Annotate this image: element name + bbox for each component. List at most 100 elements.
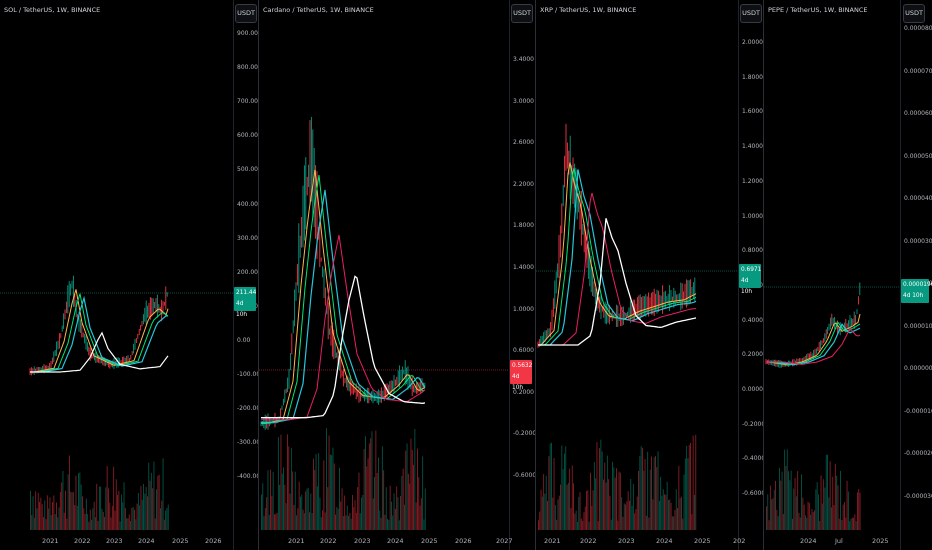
chart-canvas-pepe[interactable] xyxy=(764,0,932,550)
volume-bar xyxy=(378,457,379,530)
volume-bar xyxy=(300,496,301,530)
volume-bar xyxy=(284,484,286,530)
price-tick-label: 2.0000 xyxy=(742,39,763,46)
volume-bar xyxy=(409,483,411,530)
volume-bar xyxy=(56,502,57,530)
currency-button[interactable]: USDT xyxy=(235,4,257,23)
chart-pane-sol[interactable]: SOL / TetherUS, 1W, BINANCE USDT 900.00 8… xyxy=(0,0,258,550)
volume-bar xyxy=(846,480,848,530)
volume-bar xyxy=(83,508,85,530)
price-tick-label: 400.00 xyxy=(237,200,258,208)
volume-bar xyxy=(844,502,845,530)
volume-bar xyxy=(167,504,169,530)
volume-bar xyxy=(339,467,340,530)
volume-bar xyxy=(639,455,641,530)
volume-bar xyxy=(40,497,42,530)
volume-bar xyxy=(625,504,626,530)
volume-bar xyxy=(551,442,552,530)
volume-bar xyxy=(599,448,600,530)
price-tick-label: 0.00004000 xyxy=(904,195,932,202)
volume-bar xyxy=(31,514,33,530)
volume-bar xyxy=(106,465,108,530)
volume-bar xyxy=(768,520,770,530)
volume-bar xyxy=(410,438,412,530)
volume-bar xyxy=(49,497,51,530)
volume-bar xyxy=(401,475,403,530)
volume-bar xyxy=(320,517,322,530)
volume-bar xyxy=(163,519,165,530)
volume-bar xyxy=(98,486,100,530)
volume-bar xyxy=(387,518,388,530)
volume-bar xyxy=(595,478,597,530)
volume-bar xyxy=(97,520,99,530)
volume-bar xyxy=(836,475,838,530)
volume-bar xyxy=(640,446,642,530)
volume-bar xyxy=(359,513,361,530)
volume-bar xyxy=(398,520,400,530)
volume-bar xyxy=(664,494,665,530)
volume-bar xyxy=(326,428,327,530)
price-tick-label: 3.4000 xyxy=(513,56,534,63)
volume-bar xyxy=(88,521,90,530)
volume-bar xyxy=(786,449,788,530)
price-tick-label: 300.00 xyxy=(237,234,258,242)
volume-bar xyxy=(694,494,695,530)
volume-bar xyxy=(298,481,300,530)
volume-bar xyxy=(296,515,297,530)
price-tick-label: 1.4000 xyxy=(513,264,534,271)
last-price-badge: 0.5632 4d 10h xyxy=(510,360,532,391)
volume-bar xyxy=(337,508,339,530)
currency-button[interactable]: USDT xyxy=(903,4,925,23)
volume-bar xyxy=(618,471,620,530)
volume-bar xyxy=(141,499,143,530)
volume-bar xyxy=(271,495,273,530)
chart-canvas-ada[interactable] xyxy=(259,0,535,550)
volume-bar xyxy=(567,482,569,530)
chart-pane-ada[interactable]: Cardano / TetherUS, 1W, BINANCE USDT 3.4… xyxy=(259,0,535,550)
currency-button[interactable]: USDT xyxy=(740,4,762,23)
chart-canvas-sol[interactable] xyxy=(0,0,258,550)
volume-bar xyxy=(657,451,659,530)
price-tick-label: -100.00 xyxy=(237,371,258,378)
pane-title: XRP / TetherUS, 1W, BINANCE xyxy=(540,6,637,14)
volume-bar xyxy=(779,467,780,530)
time-tick-label: 2023 xyxy=(618,537,635,545)
volume-bar xyxy=(315,454,317,530)
price-tick-label: 700.00 xyxy=(237,98,258,106)
volume-bar xyxy=(792,518,793,530)
time-tick-label: 202 xyxy=(733,537,746,545)
volume-bar xyxy=(575,510,577,530)
volume-bar xyxy=(586,491,587,530)
volume-bar xyxy=(630,478,632,530)
chart-pane-pepe[interactable]: PEPE / TetherUS, 1W, BINANCE USDT 0.0000… xyxy=(764,0,932,550)
volume-bar xyxy=(332,447,334,530)
time-tick-label: 2024 xyxy=(138,537,155,545)
volume-bar xyxy=(558,495,560,530)
volume-bar xyxy=(328,435,330,530)
volume-bar xyxy=(577,521,578,530)
volume-bar xyxy=(832,476,834,530)
volume-bar xyxy=(616,468,617,530)
volume-bar xyxy=(544,493,546,530)
pane-title: SOL / TetherUS, 1W, BINANCE xyxy=(4,6,101,14)
volume-bar xyxy=(635,509,637,530)
currency-button[interactable]: USDT xyxy=(511,4,533,23)
price-tick-label: 600.00 xyxy=(237,132,258,140)
volume-bar xyxy=(679,498,681,530)
chart-pane-xrp[interactable]: XRP / TetherUS, 1W, BINANCE USDT 2.0000 1… xyxy=(536,0,763,550)
volume-bar xyxy=(766,506,767,530)
volume-bar xyxy=(264,508,266,530)
price-tick-label: -300.00 xyxy=(237,439,258,447)
volume-bar xyxy=(316,486,318,530)
volume-bar xyxy=(36,508,38,530)
volume-bar xyxy=(143,483,144,530)
chart-canvas-xrp[interactable] xyxy=(536,0,763,550)
volume-bar xyxy=(847,491,849,530)
volume-bar xyxy=(554,505,556,530)
volume-bar xyxy=(648,517,650,530)
time-tick-label: 2021 xyxy=(544,537,561,545)
volume-bar xyxy=(806,517,808,530)
moving-average-line xyxy=(261,234,426,421)
volume-bar xyxy=(152,488,154,530)
volume-bar xyxy=(348,515,349,530)
